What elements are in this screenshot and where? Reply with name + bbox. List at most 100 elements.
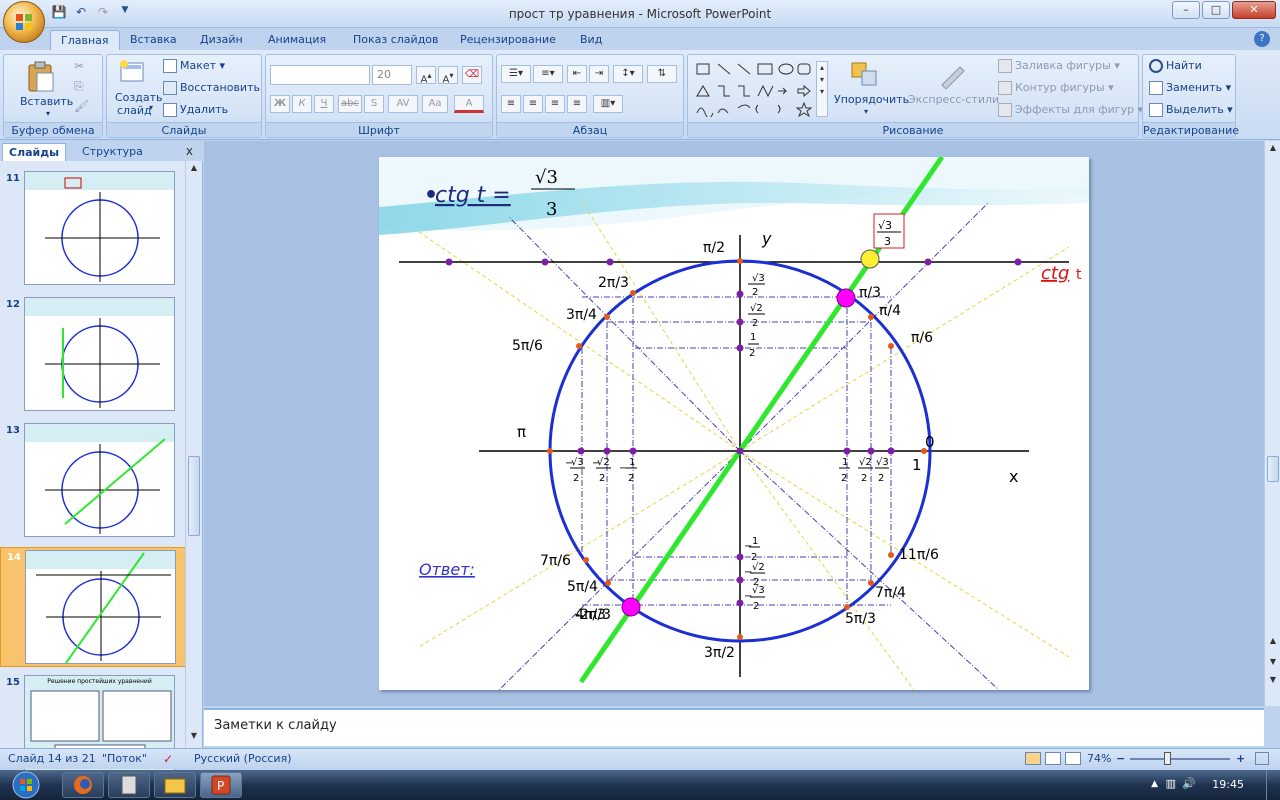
scroll-up-icon[interactable]: ▲	[1266, 143, 1280, 157]
justify-icon[interactable]: ≡	[567, 95, 587, 113]
numbering-icon[interactable]: ≡▾	[533, 65, 563, 83]
columns-icon[interactable]: ▥▾	[593, 95, 623, 113]
find-button[interactable]: Найти	[1149, 59, 1202, 73]
shapes-scroll-icon[interactable]: ▴ ▾ ▾	[816, 61, 828, 117]
tab-home[interactable]: Главная	[50, 30, 120, 50]
next-slide-icon[interactable]: ▼	[1266, 675, 1280, 689]
tab-design[interactable]: Дизайн	[190, 30, 253, 50]
arrange-button[interactable]: Упорядочить	[834, 93, 909, 106]
clear-format-icon[interactable]: ⌫	[462, 66, 482, 84]
save-icon[interactable]: 💾	[50, 5, 68, 21]
tray-expand-icon[interactable]: ▲	[1151, 779, 1158, 789]
layout-button[interactable]: Макет ▾	[163, 59, 225, 73]
customize-qat-icon[interactable]: ▼	[116, 5, 134, 21]
replace-button[interactable]: Заменить ▾	[1149, 81, 1231, 95]
shape-fill-button[interactable]: Заливка фигуры ▾	[998, 59, 1120, 73]
line-spacing-icon[interactable]: ↕▾	[613, 65, 643, 83]
select-button[interactable]: Выделить ▾	[1149, 103, 1233, 117]
bullets-icon[interactable]: ☰▾	[501, 65, 531, 83]
zoom-slider-handle[interactable]	[1164, 752, 1171, 765]
maximize-button[interactable]: □	[1202, 1, 1230, 19]
tab-review[interactable]: Рецензирование	[450, 30, 566, 50]
start-button-icon[interactable]	[4, 771, 54, 799]
tab-view[interactable]: Вид	[570, 30, 612, 50]
copy-icon[interactable]: ⎘	[74, 79, 84, 94]
normal-view-icon[interactable]	[1025, 752, 1041, 765]
thumbnail-slide-11[interactable]: 11	[0, 169, 186, 289]
tab-slides-panel[interactable]: Слайды	[2, 143, 67, 161]
volume-icon[interactable]: 🔊	[1182, 777, 1196, 790]
align-left-icon[interactable]: ≡	[501, 95, 521, 113]
language[interactable]: Русский (Россия)	[194, 752, 292, 765]
editor-scroll-thumb[interactable]	[1267, 456, 1279, 482]
increase-indent-icon[interactable]: ⇥	[589, 65, 609, 83]
new-slide-label2[interactable]: слайд	[117, 104, 152, 117]
shape-effects-button[interactable]: Эффекты для фигур ▾	[998, 103, 1143, 117]
font-size-combo[interactable]: 20	[372, 65, 412, 85]
fit-window-icon[interactable]	[1255, 752, 1269, 765]
network-icon[interactable]: ▥	[1166, 777, 1176, 790]
scroll-down-icon[interactable]: ▼	[187, 731, 201, 745]
new-slide-button[interactable]: Создать	[115, 91, 163, 104]
panel-scrollbar[interactable]: ▲ ▼	[185, 161, 202, 748]
quick-styles-button[interactable]: Экспресс-стили	[908, 93, 999, 106]
close-button[interactable]: ✕	[1232, 1, 1276, 19]
zoom-level[interactable]: 74%	[1087, 752, 1111, 765]
zoom-out-icon[interactable]: −	[1116, 752, 1125, 765]
zoom-slider[interactable]	[1130, 758, 1230, 760]
taskbar-firefox-icon[interactable]	[62, 772, 104, 798]
tab-slideshow[interactable]: Показ слайдов	[343, 30, 449, 50]
panel-close-icon[interactable]: x	[186, 144, 193, 158]
taskbar-explorer-icon[interactable]	[154, 772, 196, 798]
notes-pane[interactable]: Заметки к слайду	[204, 708, 1264, 746]
shrink-font-icon[interactable]: A▾	[438, 66, 458, 85]
grow-font-icon[interactable]: A▴	[416, 66, 436, 85]
taskbar-clock[interactable]: 19:45	[1212, 778, 1244, 791]
underline-button[interactable]: Ч	[314, 95, 334, 113]
tab-insert[interactable]: Вставка	[120, 30, 187, 50]
cut-icon[interactable]: ✂	[74, 59, 84, 73]
tab-animation[interactable]: Анимация	[258, 30, 336, 50]
tab-outline-panel[interactable]: Структура	[76, 143, 149, 161]
help-icon[interactable]: ?	[1254, 31, 1270, 47]
undo-icon[interactable]: ↶	[72, 5, 90, 21]
bold-button[interactable]: Ж	[270, 95, 290, 113]
sorter-view-icon[interactable]	[1045, 752, 1061, 765]
shape-outline-button[interactable]: Контур фигуры ▾	[998, 81, 1114, 95]
font-color-button[interactable]: A	[454, 95, 484, 113]
paste-button[interactable]: Вставить	[20, 95, 73, 108]
zoom-in-icon[interactable]: +	[1236, 752, 1245, 765]
thumbnail-slide-13[interactable]: 13	[0, 421, 186, 541]
taskbar-powerpoint-icon[interactable]: P	[200, 772, 242, 798]
new-slide-dropdown-icon[interactable]: ▾	[149, 103, 153, 112]
shadow-button[interactable]: S	[364, 95, 384, 113]
reset-button[interactable]: Восстановить	[163, 81, 260, 95]
thumbnail-slide-14[interactable]: 14	[0, 547, 186, 667]
scroll-down-icon[interactable]: ▼	[1266, 657, 1280, 671]
show-desktop-button[interactable]	[1266, 770, 1280, 800]
change-case-button[interactable]: Aa	[422, 95, 448, 113]
taskbar-calculator-icon[interactable]	[108, 772, 150, 798]
delete-slide-button[interactable]: Удалить	[163, 103, 228, 117]
panel-scroll-thumb[interactable]	[188, 456, 200, 536]
minimize-button[interactable]: –	[1172, 1, 1200, 19]
editor-scrollbar[interactable]: ▲ ▲ ▼ ▼	[1264, 141, 1280, 706]
slide-canvas[interactable]: • ctg t = √3 3 √3 3 ctg t y x 0 1 π π/2 …	[379, 157, 1089, 690]
decrease-indent-icon[interactable]: ⇤	[567, 65, 587, 83]
redo-icon[interactable]: ↷	[94, 5, 112, 21]
align-center-icon[interactable]: ≡	[523, 95, 543, 113]
slideshow-view-icon[interactable]	[1065, 752, 1081, 765]
italic-button[interactable]: К	[292, 95, 312, 113]
text-direction-icon[interactable]: ⇅	[647, 65, 677, 83]
char-spacing-button[interactable]: AV	[388, 95, 418, 113]
shapes-gallery-icon[interactable]	[694, 61, 818, 117]
strike-button[interactable]: abc	[338, 95, 362, 113]
font-name-combo[interactable]	[270, 65, 370, 85]
theme-name[interactable]: "Поток"	[102, 752, 147, 765]
thumbnail-slide-12[interactable]: 12	[0, 295, 186, 415]
prev-slide-icon[interactable]: ▲	[1266, 636, 1280, 650]
scroll-up-icon[interactable]: ▲	[187, 163, 201, 177]
align-right-icon[interactable]: ≡	[545, 95, 565, 113]
paste-dropdown-icon[interactable]: ▾	[46, 109, 50, 118]
spellcheck-icon[interactable]: ✓	[163, 752, 173, 766]
